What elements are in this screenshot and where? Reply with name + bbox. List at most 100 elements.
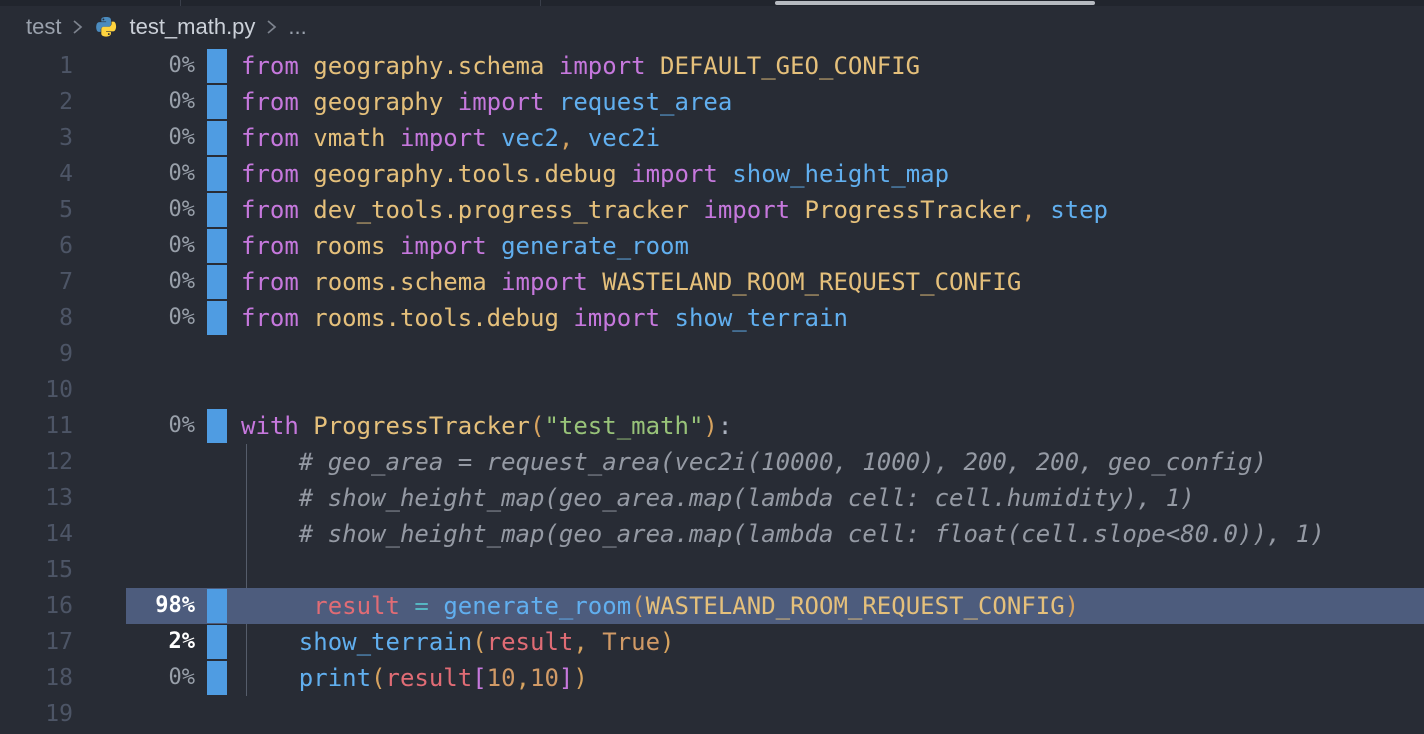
- code-text: from geography.tools.debug import show_h…: [241, 156, 949, 192]
- code-line[interactable]: 80%from rooms.tools.debug import show_te…: [0, 300, 1424, 336]
- code-token: # show_height_map(geo_area.map(lambda ce…: [241, 520, 1325, 548]
- code-token: geography.schema: [313, 52, 559, 80]
- code-token: ProgressTracker: [805, 196, 1022, 224]
- python-icon: [94, 15, 118, 39]
- code-token: from: [241, 304, 313, 332]
- code-line[interactable]: 13 # show_height_map(geo_area.map(lambda…: [0, 480, 1424, 516]
- tab-overflow-scrollbar[interactable]: [775, 1, 1095, 5]
- tab-strip: [0, 0, 1424, 6]
- line-number: 16: [0, 588, 73, 624]
- line-number: 14: [0, 516, 73, 552]
- profile-percent: [73, 516, 195, 552]
- code-token: vmath: [313, 124, 400, 152]
- code-token: ,: [559, 124, 588, 152]
- line-number: 3: [0, 120, 73, 156]
- code-token: [400, 592, 414, 620]
- code-line[interactable]: 19: [0, 696, 1424, 732]
- breadcrumb-file[interactable]: test_math.py: [129, 14, 255, 40]
- code-line[interactable]: 10%from geography.schema import DEFAULT_…: [0, 48, 1424, 84]
- profile-percent: 0%: [73, 120, 195, 156]
- code-token: result: [313, 592, 400, 620]
- line-number: 6: [0, 228, 73, 264]
- code-line[interactable]: 70%from rooms.schema import WASTELAND_RO…: [0, 264, 1424, 300]
- code-token: show_height_map: [732, 160, 949, 188]
- code-token: dev_tools.progress_tracker: [313, 196, 703, 224]
- code-token: (: [631, 592, 645, 620]
- code-token: # show_height_map(geo_area.map(lambda ce…: [241, 484, 1195, 512]
- code-token: rooms: [313, 232, 400, 260]
- code-token: result: [386, 664, 473, 692]
- profile-percent: 0%: [73, 408, 195, 444]
- code-token: print: [299, 664, 371, 692]
- code-token: geography: [313, 88, 458, 116]
- profile-percent: 98%: [73, 588, 195, 624]
- profile-block: [207, 49, 227, 83]
- code-token: [: [472, 664, 486, 692]
- profile-block-cell: [195, 264, 241, 300]
- code-token: generate_room: [443, 592, 631, 620]
- line-number: 5: [0, 192, 73, 228]
- code-line[interactable]: 9: [0, 336, 1424, 372]
- code-token: vec2i: [588, 124, 660, 152]
- code-line[interactable]: 30%from vmath import vec2, vec2i: [0, 120, 1424, 156]
- code-line[interactable]: 20%from geography import request_area: [0, 84, 1424, 120]
- code-token: generate_room: [501, 232, 689, 260]
- code-text: from geography.schema import DEFAULT_GEO…: [241, 48, 920, 84]
- profile-percent: 0%: [73, 48, 195, 84]
- profile-block-cell: [195, 696, 241, 732]
- profile-block-cell: [195, 228, 241, 264]
- code-line[interactable]: 180% print(result[10,10]): [0, 660, 1424, 696]
- profile-block: [207, 301, 227, 335]
- line-number: 8: [0, 300, 73, 336]
- code-line[interactable]: 172% show_terrain(result, True): [0, 624, 1424, 660]
- profile-block-cell: [195, 48, 241, 84]
- code-text: from geography import request_area: [241, 84, 732, 120]
- code-token: from: [241, 268, 313, 296]
- profile-percent: [73, 372, 195, 408]
- profile-percent: 0%: [73, 192, 195, 228]
- code-token: result: [487, 628, 574, 656]
- profile-block-cell: [195, 624, 241, 660]
- code-line[interactable]: 12 # geo_area = request_area(vec2i(10000…: [0, 444, 1424, 480]
- profile-block: [207, 661, 227, 695]
- code-line[interactable]: 50%from dev_tools.progress_tracker impor…: [0, 192, 1424, 228]
- code-line[interactable]: 110%with ProgressTracker("test_math"):: [0, 408, 1424, 444]
- line-number: 7: [0, 264, 73, 300]
- code-token: [241, 664, 299, 692]
- code-line[interactable]: 14 # show_height_map(geo_area.map(lambda…: [0, 516, 1424, 552]
- code-text: # show_height_map(geo_area.map(lambda ce…: [241, 516, 1325, 552]
- profile-block-cell: [195, 552, 241, 588]
- code-text: from rooms import generate_room: [241, 228, 689, 264]
- code-line[interactable]: 1698% result = generate_room(WASTELAND_R…: [0, 588, 1424, 624]
- code-token: geography.tools.debug: [313, 160, 631, 188]
- profile-block-cell: [195, 192, 241, 228]
- code-token: "test_math": [544, 412, 703, 440]
- breadcrumb-folder[interactable]: test: [26, 14, 61, 40]
- code-token: WASTELAND_ROOM_REQUEST_CONFIG: [602, 268, 1021, 296]
- code-area: 10%from geography.schema import DEFAULT_…: [0, 48, 1424, 732]
- line-number: 12: [0, 444, 73, 480]
- code-token: from: [241, 88, 313, 116]
- code-line[interactable]: 40%from geography.tools.debug import sho…: [0, 156, 1424, 192]
- profile-percent: 2%: [73, 624, 195, 660]
- line-number: 19: [0, 696, 73, 732]
- profile-percent: [73, 696, 195, 732]
- code-line[interactable]: 15: [0, 552, 1424, 588]
- code-token: [429, 592, 443, 620]
- profile-block-cell: [195, 84, 241, 120]
- profile-percent: [73, 444, 195, 480]
- profile-block-cell: [195, 660, 241, 696]
- code-line[interactable]: 60%from rooms import generate_room: [0, 228, 1424, 264]
- chevron-right-icon: [266, 18, 277, 36]
- code-token: ProgressTracker: [313, 412, 530, 440]
- profile-percent: 0%: [73, 264, 195, 300]
- profile-percent: [73, 552, 195, 588]
- code-token: show_terrain: [675, 304, 848, 332]
- code-token: ,: [516, 664, 530, 692]
- code-line[interactable]: 10: [0, 372, 1424, 408]
- profile-block-cell: [195, 156, 241, 192]
- breadcrumb-more[interactable]: ...: [288, 14, 306, 40]
- code-token: [241, 592, 313, 620]
- profile-block-cell: [195, 372, 241, 408]
- profile-block-cell: [195, 120, 241, 156]
